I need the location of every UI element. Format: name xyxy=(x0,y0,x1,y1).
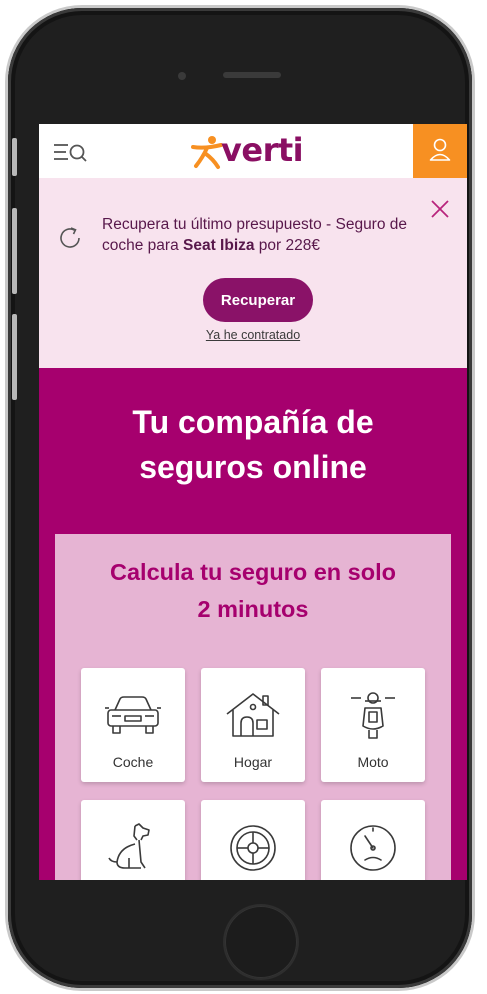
product-tile-hogar[interactable]: Hogar xyxy=(201,668,305,782)
message-price: por 228€ xyxy=(254,237,320,254)
earpiece-speaker xyxy=(223,72,281,78)
scooter-icon xyxy=(351,692,395,739)
product-tile-tire[interactable] xyxy=(201,800,305,880)
product-tile-coche[interactable]: Coche xyxy=(81,668,185,782)
volume-down-button xyxy=(12,314,17,400)
close-icon[interactable] xyxy=(429,198,451,220)
hero-title-line1: Tu compañía de xyxy=(132,404,374,440)
volume-up-button xyxy=(12,208,17,294)
verti-logo[interactable]: verti xyxy=(191,130,321,174)
mute-switch xyxy=(12,138,17,176)
tire-icon xyxy=(230,825,276,871)
verti-logo-mark-icon xyxy=(191,136,223,169)
product-tile-moto[interactable]: Moto xyxy=(321,668,425,782)
hero-title: Tu compañía de seguros online xyxy=(39,400,467,490)
front-camera xyxy=(178,72,186,80)
product-tile-pet[interactable] xyxy=(81,800,185,880)
product-label: Coche xyxy=(112,754,154,770)
car-icon xyxy=(105,696,161,734)
calculator-card: Calcula tu seguro en solo 2 minutos Coch… xyxy=(55,534,451,880)
hero-section: Tu compañía de seguros online Calcula tu… xyxy=(39,368,467,880)
calculator-title-line2: 2 minutos xyxy=(197,596,309,622)
recover-quote-message: Recupera tu último presupuesto - Seguro … xyxy=(102,214,432,256)
home-button[interactable] xyxy=(225,906,297,978)
product-tile-speed[interactable] xyxy=(321,800,425,880)
logo-text: verti xyxy=(221,131,304,169)
house-icon xyxy=(226,693,280,737)
refresh-icon xyxy=(57,225,83,251)
user-account-button[interactable] xyxy=(413,124,467,178)
menu-search-icon[interactable] xyxy=(53,142,89,164)
top-bar: verti xyxy=(39,124,467,178)
recover-button[interactable]: Recuperar xyxy=(203,278,313,322)
product-label: Moto xyxy=(357,754,389,770)
user-icon xyxy=(429,138,451,161)
hero-title-line2: seguros online xyxy=(139,449,367,485)
calculator-title: Calcula tu seguro en solo 2 minutos xyxy=(55,554,451,628)
screen: verti Recupera tu último presupuesto - S… xyxy=(39,124,467,880)
recover-quote-banner: Recupera tu último presupuesto - Seguro … xyxy=(39,178,467,368)
dog-icon xyxy=(108,823,150,869)
calculator-title-line1: Calcula tu seguro en solo xyxy=(110,559,396,585)
already-contracted-link[interactable]: Ya he contratado xyxy=(39,328,467,342)
vehicle-name: Seat Ibiza xyxy=(183,237,255,254)
speedometer-icon xyxy=(350,825,396,871)
product-label: Hogar xyxy=(233,754,273,770)
